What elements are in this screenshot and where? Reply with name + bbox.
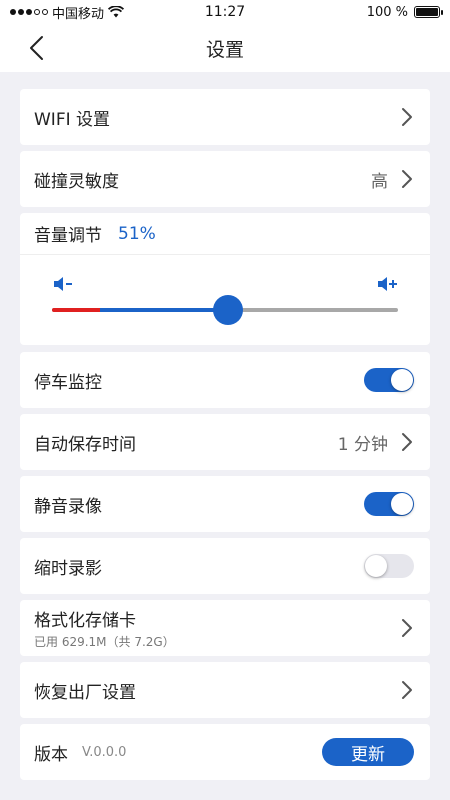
- parking-monitor-label: 停车监控: [34, 372, 102, 393]
- nav-bar: 设置: [0, 24, 450, 72]
- format-card-row[interactable]: 格式化存储卡 已用 629.1M（共 7.2G）: [20, 600, 430, 656]
- wifi-settings-label: WIFI 设置: [34, 109, 111, 130]
- chevron-right-icon: [402, 170, 412, 188]
- version-label: 版本: [34, 744, 68, 765]
- collision-sensitivity-label: 碰撞灵敏度: [34, 171, 119, 192]
- format-card-label: 格式化存储卡: [34, 611, 136, 631]
- wifi-icon: [108, 6, 125, 18]
- auto-save-time-label: 自动保存时间: [34, 434, 136, 455]
- mute-recording-toggle[interactable]: [364, 492, 414, 516]
- battery-icon: [414, 6, 443, 18]
- factory-reset-row[interactable]: 恢复出厂设置: [20, 662, 430, 718]
- volume-value: 51%: [118, 223, 156, 244]
- volume-down-icon[interactable]: [52, 275, 74, 293]
- back-button[interactable]: [22, 34, 50, 62]
- collision-sensitivity-value: 高: [371, 171, 388, 192]
- signal-strength-icon: [10, 9, 48, 15]
- timelapse-toggle[interactable]: [364, 554, 414, 578]
- volume-header: 音量调节 51%: [20, 213, 430, 255]
- parking-monitor-toggle[interactable]: [364, 368, 414, 392]
- volume-slider-thumb[interactable]: [213, 295, 244, 325]
- status-left: 中国移动: [10, 3, 125, 22]
- volume-card: 音量调节 51%: [20, 213, 430, 345]
- parking-monitor-row: 停车监控: [20, 352, 430, 408]
- volume-label: 音量调节: [34, 226, 102, 246]
- volume-slider-track[interactable]: [52, 295, 398, 325]
- volume-slider-low-segment: [52, 308, 101, 312]
- battery-fill: [416, 8, 438, 16]
- chevron-right-icon: [402, 619, 412, 637]
- version-value: V.0.0.0: [82, 744, 127, 760]
- chevron-left-icon: [30, 36, 43, 60]
- status-right: 100 %: [366, 4, 443, 20]
- auto-save-time-value: 1 分钟: [337, 434, 388, 455]
- update-button[interactable]: 更新: [322, 738, 414, 766]
- volume-up-icon[interactable]: [376, 275, 398, 293]
- version-info: 版本 V.0.0.0: [34, 740, 126, 765]
- auto-save-time-row[interactable]: 自动保存时间 1 分钟: [20, 414, 430, 470]
- toggle-knob: [365, 555, 387, 577]
- factory-reset-label: 恢复出厂设置: [34, 682, 136, 703]
- storage-usage: 已用 629.1M（共 7.2G）: [34, 635, 175, 649]
- toggle-knob: [391, 369, 413, 391]
- volume-slider-fill: [100, 308, 229, 312]
- timelapse-row: 缩时录影: [20, 538, 430, 594]
- chevron-right-icon: [402, 108, 412, 126]
- page-title: 设置: [205, 38, 244, 61]
- collision-sensitivity-row[interactable]: 碰撞灵敏度 高: [20, 151, 430, 207]
- battery-percent: 100 %: [366, 4, 408, 20]
- chevron-right-icon: [402, 433, 412, 451]
- carrier-name: 中国移动: [52, 6, 105, 22]
- chevron-right-icon: [402, 681, 412, 699]
- version-row: 版本 V.0.0.0 更新: [20, 724, 430, 780]
- wifi-settings-row[interactable]: WIFI 设置: [20, 89, 430, 145]
- volume-slider-area: [20, 255, 430, 345]
- toggle-knob: [391, 493, 413, 515]
- mute-recording-row: 静音录像: [20, 476, 430, 532]
- status-bar: 中国移动 11:27 100 %: [0, 0, 450, 24]
- format-card-text: 格式化存储卡 已用 629.1M（共 7.2G）: [34, 606, 175, 650]
- timelapse-label: 缩时录影: [34, 558, 102, 579]
- mute-recording-label: 静音录像: [34, 496, 102, 517]
